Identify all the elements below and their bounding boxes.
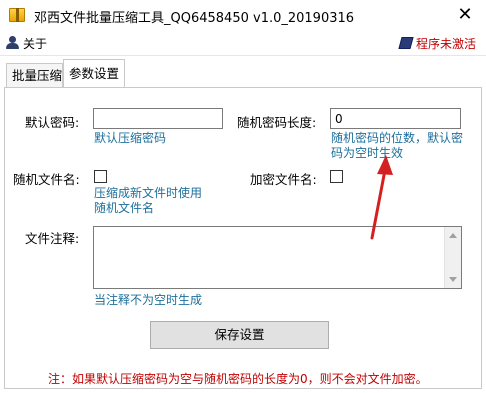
- tab-parameter-settings[interactable]: 参数设置: [63, 59, 125, 87]
